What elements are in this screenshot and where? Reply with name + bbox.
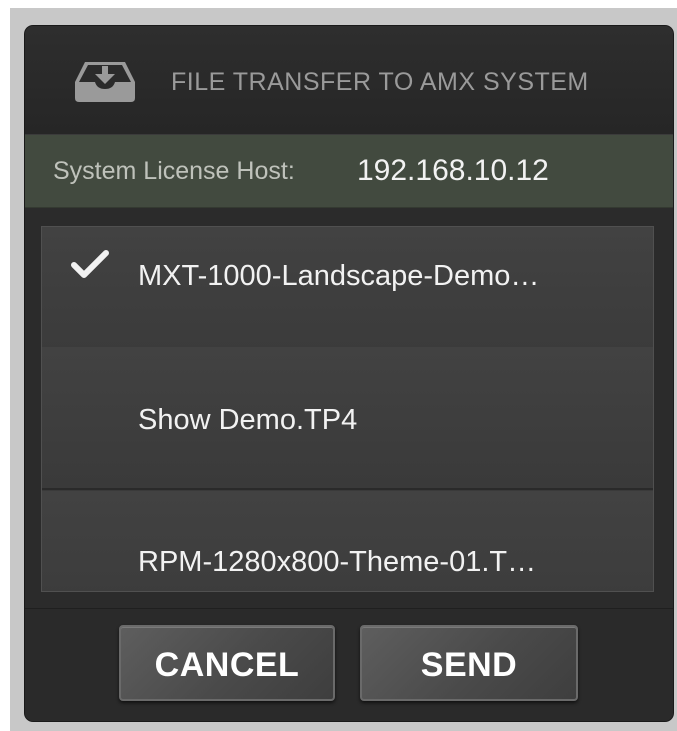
checkmark-icon bbox=[71, 250, 109, 278]
file-name: RPM-1280x800-Theme-01.T… bbox=[138, 546, 537, 578]
cancel-button[interactable]: CANCEL bbox=[119, 625, 335, 701]
dialog-header: FILE TRANSFER TO AMX SYSTEM bbox=[25, 26, 673, 135]
file-list-item[interactable]: RPM-1280x800-Theme-01.T… bbox=[42, 491, 653, 591]
file-transfer-dialog: FILE TRANSFER TO AMX SYSTEM System Licen… bbox=[25, 26, 673, 721]
dialog-footer: CANCEL SEND bbox=[25, 608, 673, 721]
license-host-label: System License Host: bbox=[53, 157, 295, 185]
license-host-value: 192.168.10.12 bbox=[357, 154, 549, 187]
download-tray-icon bbox=[75, 62, 135, 102]
send-button[interactable]: SEND bbox=[360, 625, 578, 701]
file-list-item[interactable]: Show Demo.TP4 bbox=[42, 347, 653, 490]
license-host-bar: System License Host: 192.168.10.12 bbox=[25, 134, 673, 208]
file-name: MXT-1000-Landscape-Demo… bbox=[138, 260, 540, 292]
file-list[interactable]: MXT-1000-Landscape-Demo… Show Demo.TP4 R… bbox=[41, 226, 654, 592]
dialog-title: FILE TRANSFER TO AMX SYSTEM bbox=[171, 68, 589, 96]
file-name: Show Demo.TP4 bbox=[138, 404, 358, 436]
